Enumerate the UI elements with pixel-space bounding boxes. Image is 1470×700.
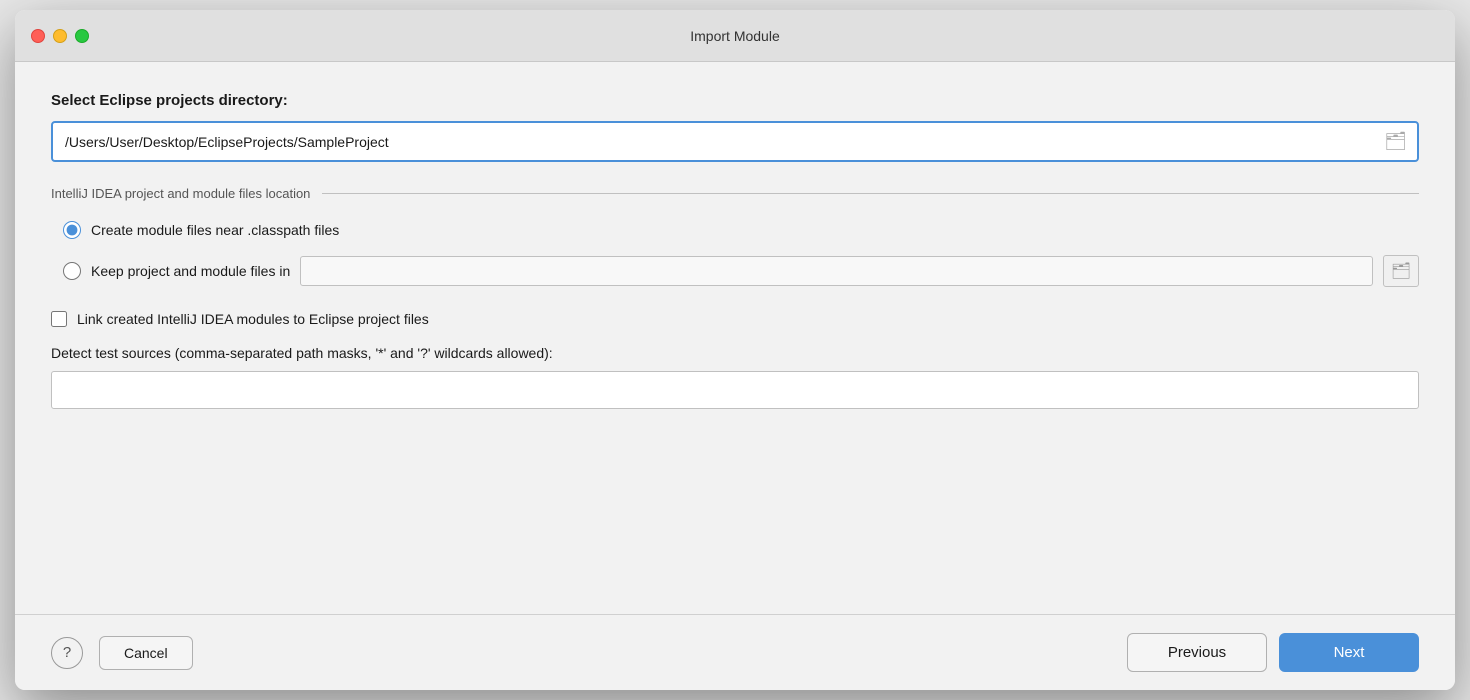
- detect-sources-input[interactable]: [51, 371, 1419, 409]
- radio-classpath-label: Create module files near .classpath file…: [91, 222, 339, 238]
- radio-row-classpath: Create module files near .classpath file…: [63, 221, 1419, 239]
- location-section-divider: IntelliJ IDEA project and module files l…: [51, 186, 1419, 201]
- dialog-content: Select Eclipse projects directory: 🗂 Int…: [15, 62, 1455, 614]
- previous-button[interactable]: Previous: [1127, 633, 1267, 672]
- window-controls: [31, 29, 89, 43]
- help-button[interactable]: ?: [51, 637, 83, 669]
- directory-input[interactable]: [53, 124, 1374, 160]
- title-bar: Import Module: [15, 10, 1455, 62]
- keep-path-row: 🗂: [300, 255, 1419, 287]
- footer-left: ? Cancel: [51, 636, 193, 670]
- detect-sources-label: Detect test sources (comma-separated pat…: [51, 345, 1419, 361]
- close-button[interactable]: [31, 29, 45, 43]
- keep-browse-btn[interactable]: 🗂: [1383, 255, 1419, 287]
- link-checkbox-label: Link created IntelliJ IDEA modules to Ec…: [77, 311, 429, 327]
- import-module-dialog: Import Module Select Eclipse projects di…: [15, 10, 1455, 690]
- radio-group: Create module files near .classpath file…: [51, 221, 1419, 287]
- dialog-title: Import Module: [690, 28, 779, 44]
- maximize-button[interactable]: [75, 29, 89, 43]
- minimize-button[interactable]: [53, 29, 67, 43]
- cancel-button[interactable]: Cancel: [99, 636, 193, 670]
- link-checkbox[interactable]: [51, 311, 67, 327]
- browse-folder-icon[interactable]: 🗂: [1374, 123, 1417, 160]
- directory-row: 🗂: [51, 121, 1419, 162]
- keep-path-input[interactable]: [300, 256, 1373, 286]
- radio-classpath[interactable]: [63, 221, 81, 239]
- section-label: Select Eclipse projects directory:: [51, 92, 1419, 109]
- radio-keep-label: Keep project and module files in: [91, 263, 290, 279]
- divider-line: [322, 193, 1419, 194]
- radio-row-keep: Keep project and module files in 🗂: [63, 255, 1419, 287]
- footer: ? Cancel Previous Next: [15, 614, 1455, 690]
- next-button[interactable]: Next: [1279, 633, 1419, 672]
- footer-right: Previous Next: [1127, 633, 1419, 672]
- radio-keep[interactable]: [63, 262, 81, 280]
- location-section-label: IntelliJ IDEA project and module files l…: [51, 186, 310, 201]
- checkbox-row: Link created IntelliJ IDEA modules to Ec…: [51, 311, 1419, 327]
